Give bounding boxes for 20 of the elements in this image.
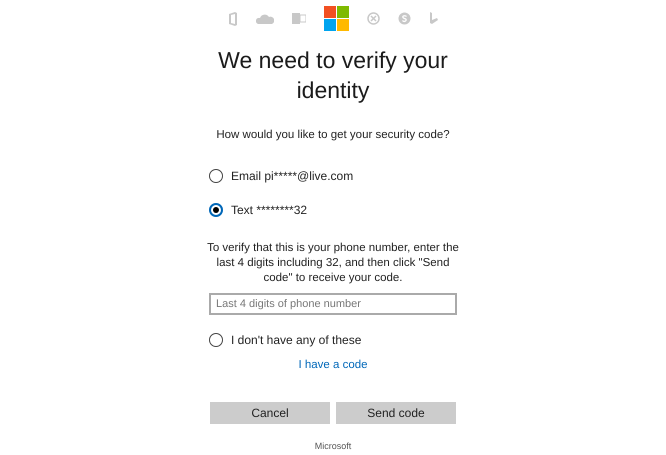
cloud-icon[interactable] — [256, 14, 274, 24]
radio-button[interactable] — [209, 169, 223, 184]
question-text: How would you like to get your security code? — [216, 128, 450, 143]
footer-text: Microsoft — [314, 440, 352, 452]
office-icon[interactable] — [228, 12, 238, 26]
instructions-text: To verify that this is your phone number, enter the last 4 digits including 32, and then click "Send code" to receive your code. — [207, 241, 459, 286]
microsoft-logo-icon — [324, 6, 348, 31]
radio-option[interactable]: Text ********32 — [209, 201, 457, 220]
send-code-button[interactable]: Send code — [336, 402, 456, 424]
have-code-link[interactable]: I have a code — [298, 357, 368, 374]
page-title: We need to verify your identity — [217, 46, 449, 105]
x-circle-icon[interactable] — [366, 12, 380, 25]
radio-option[interactable]: I don't have any of these — [209, 331, 457, 350]
s-circle-icon[interactable] — [398, 12, 410, 25]
b-shape-icon[interactable] — [428, 12, 438, 25]
phone-digits-field[interactable]: Last 4 digits of phone number — [209, 293, 457, 316]
cancel-button[interactable]: Cancel — [210, 402, 330, 424]
radio-button[interactable] — [209, 333, 223, 348]
radio-button[interactable] — [209, 203, 223, 218]
radio-option[interactable]: Email pi*****@live.com — [209, 167, 457, 186]
